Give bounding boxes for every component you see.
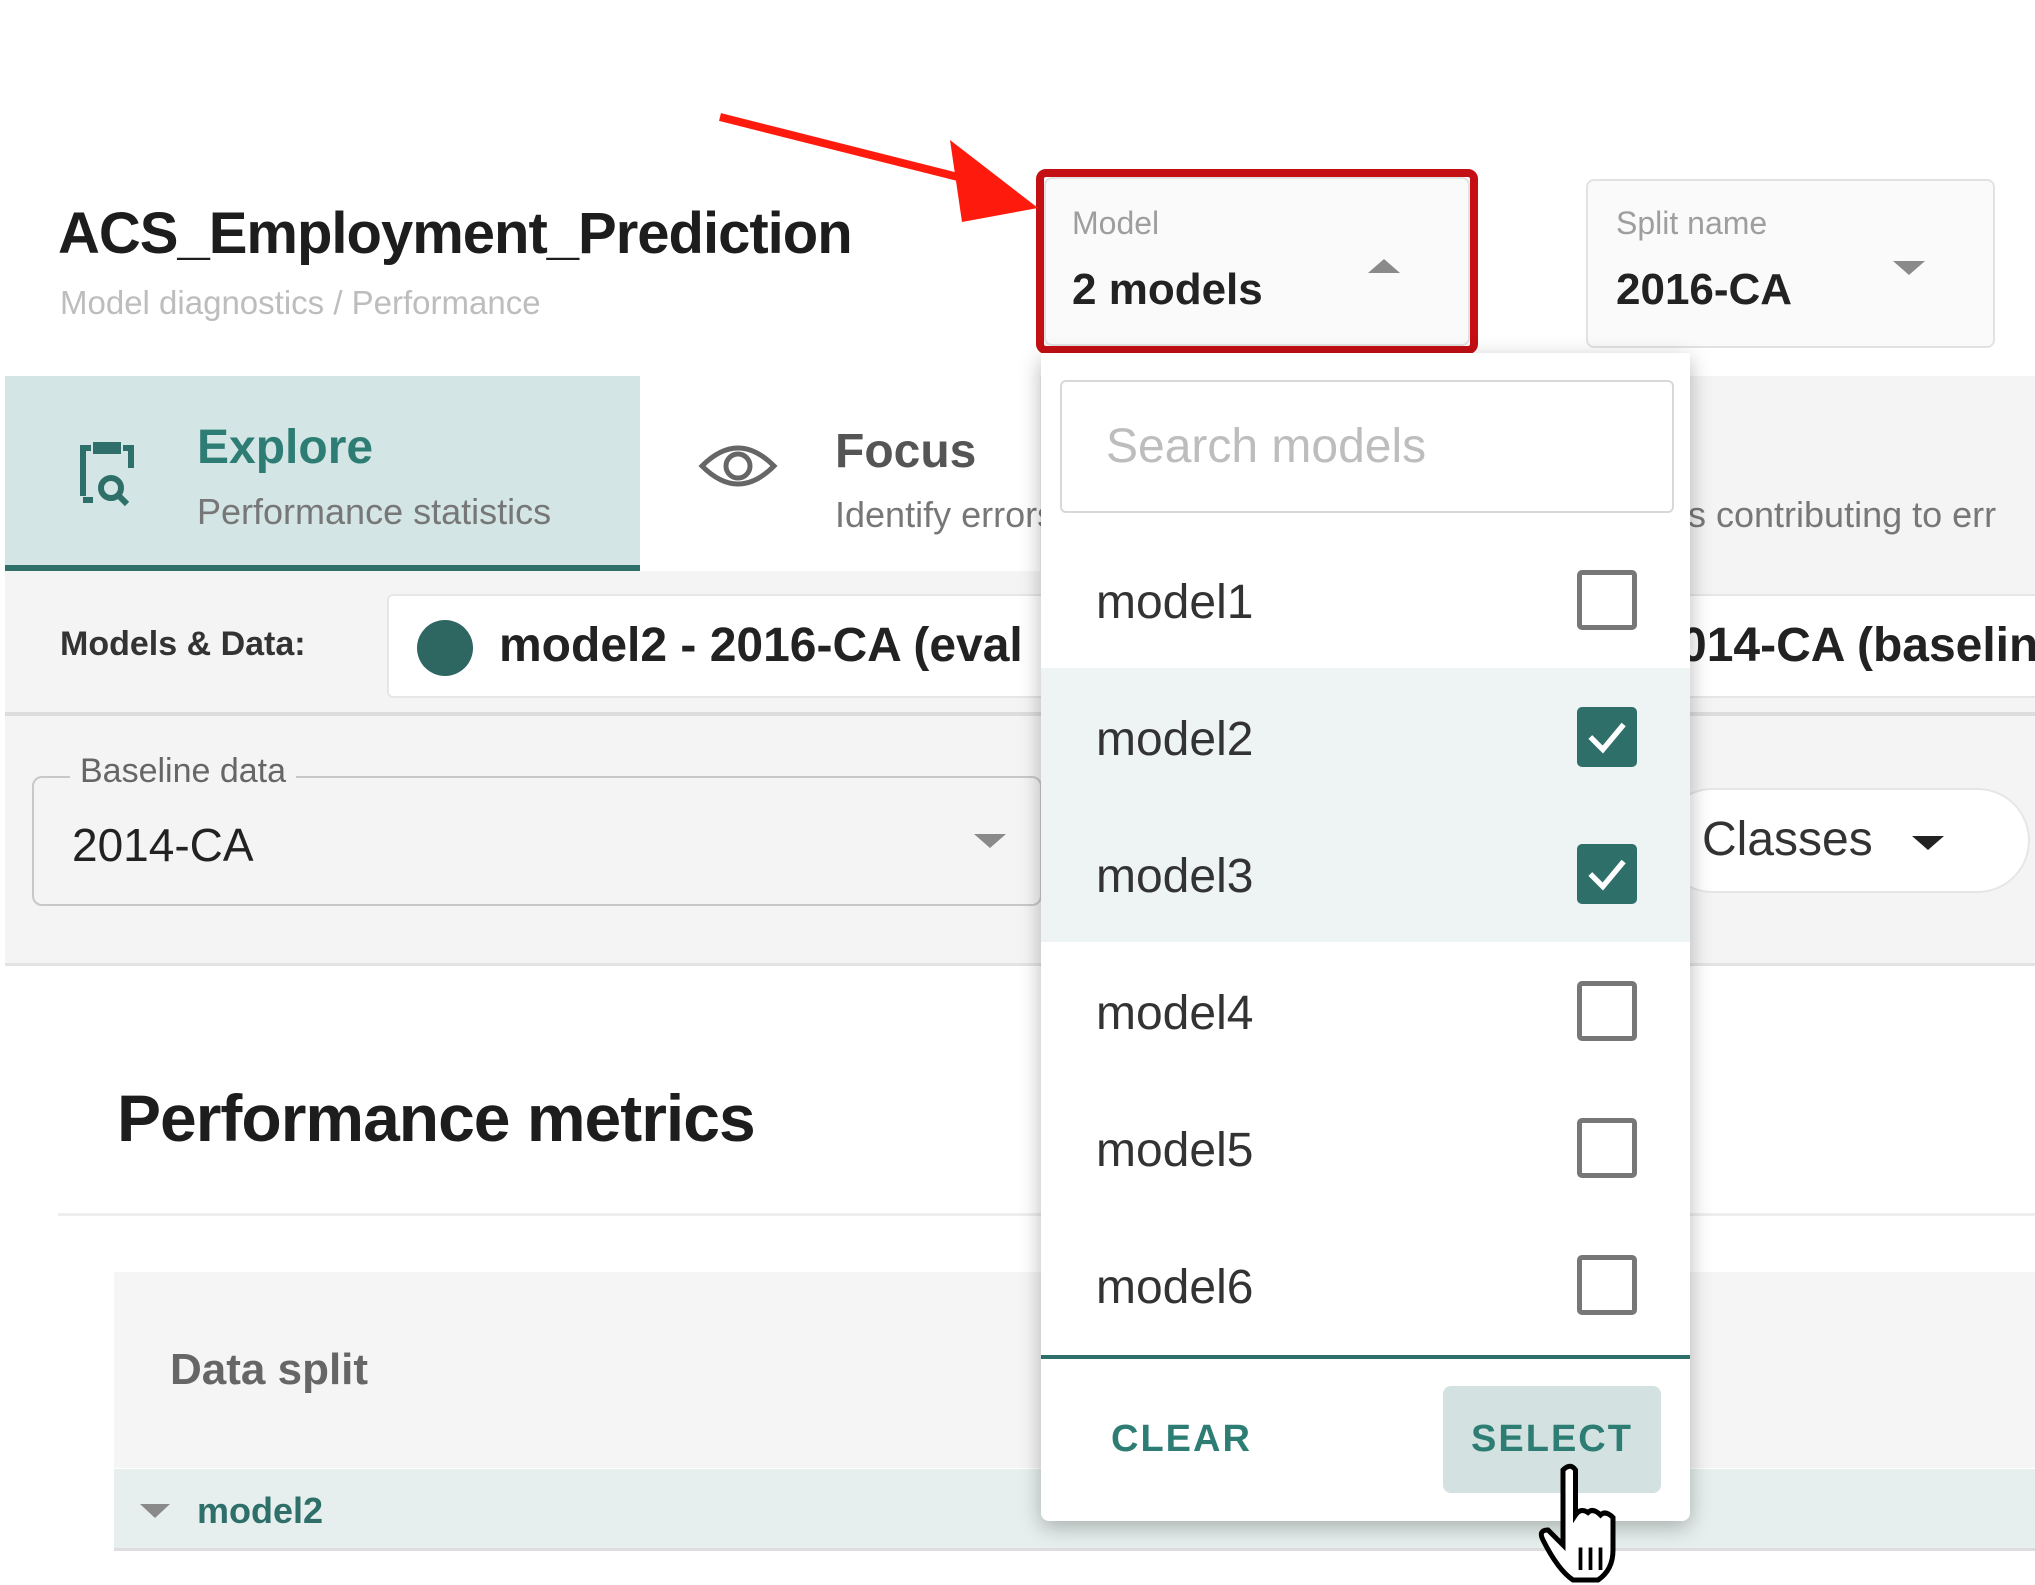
model-option-model4[interactable]: model4 [1041, 942, 1690, 1079]
model-option-model3[interactable]: model3 [1041, 805, 1690, 942]
tab-focus-subtitle: Identify errors [835, 494, 1056, 535]
model-option-model2[interactable]: model2 [1041, 668, 1690, 805]
checkbox[interactable] [1577, 570, 1637, 630]
baseline-data-value: 2014-CA [72, 819, 254, 871]
checkbox[interactable] [1577, 981, 1637, 1041]
checkmark-icon [1588, 722, 1626, 754]
tab-focus-title: Focus [835, 425, 977, 478]
split-name-label: Split name [1616, 205, 1768, 241]
baseline-data-label: Baseline data [70, 752, 297, 791]
tab-third-subtitle: s contributing to err [1688, 494, 1997, 535]
clear-button[interactable]: CLEAR [1111, 1418, 1252, 1461]
classes-button[interactable]: Classes [1660, 788, 2030, 893]
card-title: Performance metrics [117, 1081, 756, 1155]
column-header-data-split[interactable]: Data split [170, 1345, 368, 1395]
model-chip-eval-label: model2 - 2016-CA (eval [499, 619, 1023, 672]
split-name-select[interactable]: Split name 2016-CA [1586, 179, 1995, 348]
breadcrumb[interactable]: Model diagnostics / Performance [60, 284, 541, 322]
model-option-label: model5 [1096, 1124, 1254, 1177]
model-option-model6[interactable]: model6 [1041, 1216, 1690, 1353]
eye-icon [698, 445, 778, 487]
search-models-input[interactable] [1060, 380, 1674, 513]
divider [1041, 1355, 1690, 1359]
checkbox[interactable] [1577, 1118, 1637, 1178]
caret-down-icon [1893, 261, 1925, 275]
classes-label: Classes [1702, 813, 1873, 866]
checkbox[interactable] [1577, 707, 1637, 767]
checkmark-icon [1588, 859, 1626, 891]
model-option-label: model2 [1096, 713, 1254, 766]
tab-explore-title: Explore [197, 421, 374, 474]
red-arrow-annotation [719, 113, 1038, 222]
model-option-label: model3 [1096, 850, 1254, 903]
model-option-label: model6 [1096, 1261, 1254, 1314]
tab-explore-subtitle: Performance statistics [197, 491, 552, 532]
model-dropdown-panel: model1 model2 model3 model4 model5 model6 CLE… [1041, 353, 1690, 1521]
model-color-dot [417, 620, 473, 676]
model-option-model1[interactable]: model1 [1041, 531, 1690, 668]
row-label: model2 [197, 1490, 324, 1531]
model-chip-eval[interactable]: model2 - 2016-CA (eval [387, 594, 1087, 698]
model-chip-baseline[interactable]: 014-CA (baselin [1660, 594, 2035, 698]
model-option-label: model1 [1096, 576, 1254, 629]
tab-explore[interactable]: Explore Performance statistics [5, 376, 640, 571]
model-chip-baseline-label: 014-CA (baselin [1680, 619, 2035, 672]
caret-down-icon [1912, 836, 1944, 850]
hand-cursor-icon [1538, 1463, 1616, 1583]
split-name-value: 2016-CA [1616, 265, 1793, 314]
model-option-model5[interactable]: model5 [1041, 1079, 1690, 1216]
tab-focus[interactable]: Focus Identify errors [640, 376, 1055, 571]
clipboard-search-icon [80, 442, 134, 507]
models-data-label: Models & Data: [60, 625, 306, 663]
checkbox[interactable] [1577, 844, 1637, 904]
expand-caret-icon[interactable] [140, 1504, 170, 1518]
checkbox[interactable] [1577, 1255, 1637, 1315]
caret-down-icon [974, 834, 1006, 848]
highlight-box [1036, 169, 1478, 354]
model-option-label: model4 [1096, 987, 1254, 1040]
